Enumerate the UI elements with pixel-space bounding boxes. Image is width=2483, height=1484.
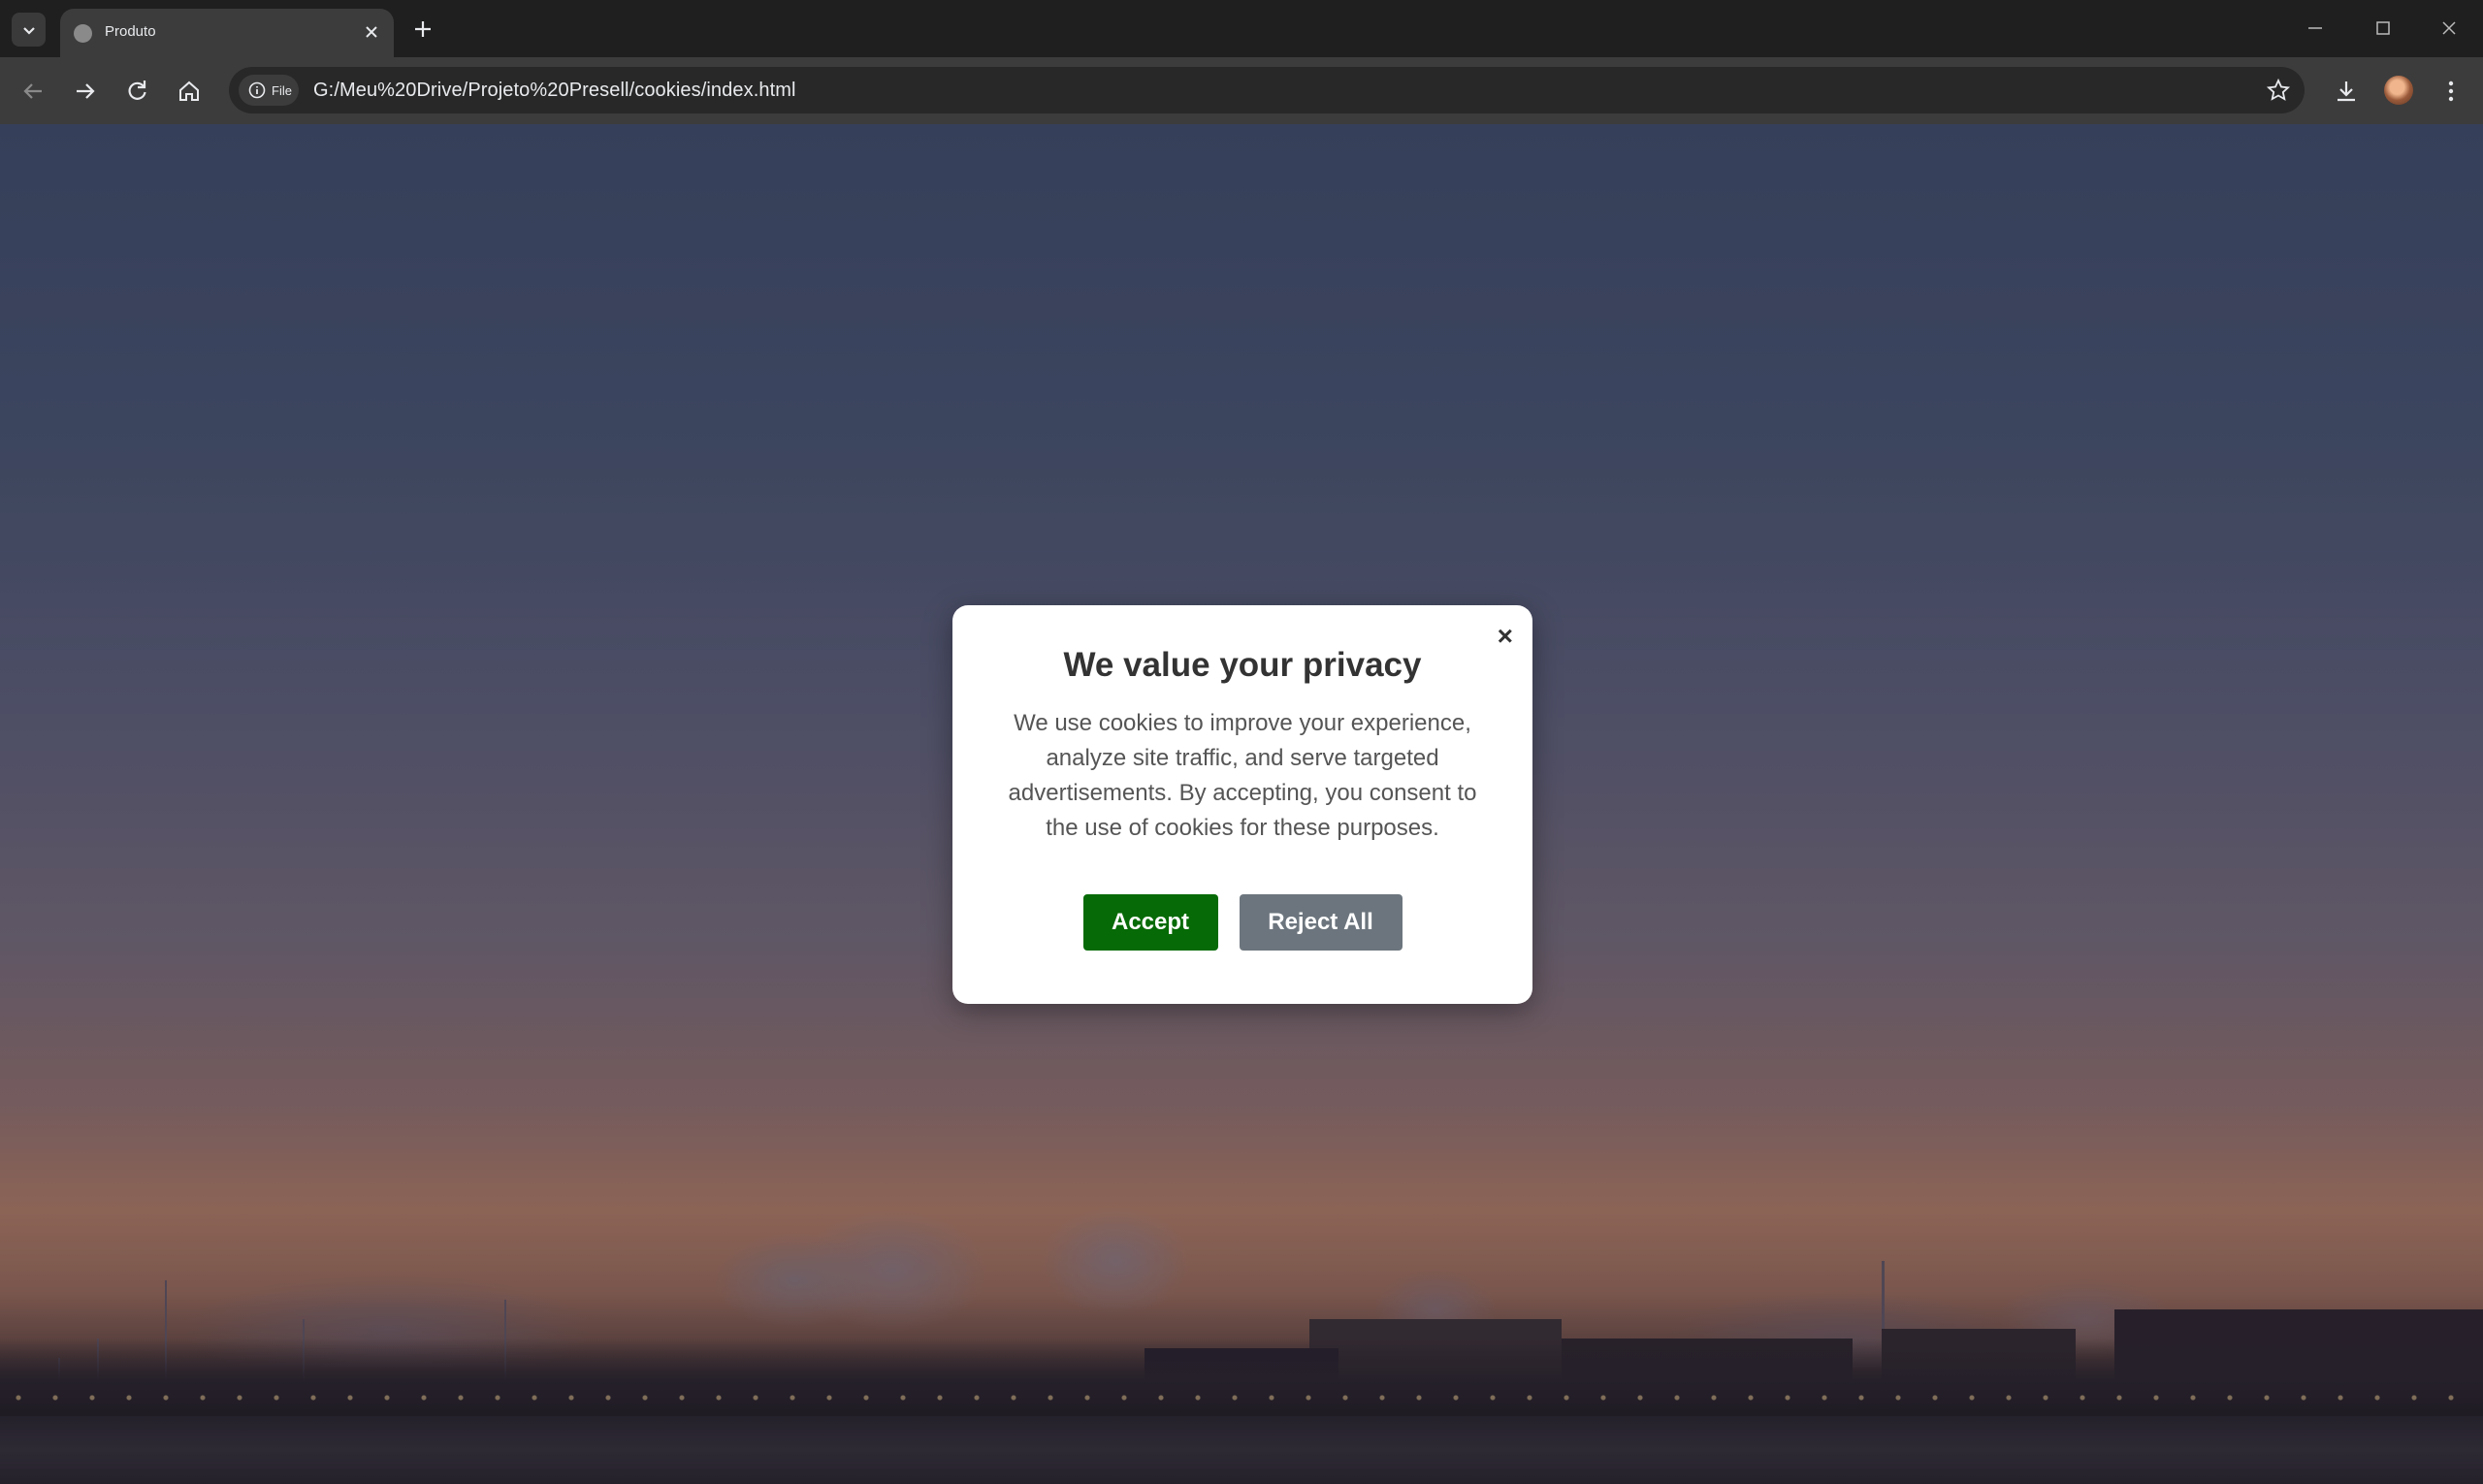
tab-strip: Produto [0, 0, 2483, 57]
cookie-consent-modal: × We value your privacy We use cookies t… [952, 605, 1532, 1004]
star-icon[interactable] [2264, 76, 2293, 105]
back-arrow-icon[interactable] [16, 75, 49, 108]
tab-close-icon[interactable] [361, 21, 382, 43]
forward-arrow-icon[interactable] [69, 75, 102, 108]
kebab-menu-icon[interactable] [2435, 75, 2467, 108]
tab-search-button[interactable] [12, 13, 46, 47]
new-tab-plus-icon[interactable] [409, 16, 436, 43]
modal-title: We value your privacy [1063, 646, 1422, 684]
minimize-icon[interactable] [2301, 14, 2330, 43]
info-icon [248, 81, 266, 99]
reload-icon[interactable] [120, 75, 153, 108]
browser-toolbar: File G:/Meu%20Drive/Projeto%20Presell/co… [0, 57, 2483, 124]
url-text[interactable]: G:/Meu%20Drive/Projeto%20Presell/cookies… [313, 80, 796, 102]
reject-all-button[interactable]: Reject All [1239, 894, 1403, 951]
modal-body-text: We use cookies to improve your experienc… [1008, 710, 1477, 841]
page-viewport: × We value your privacy We use cookies t… [0, 124, 2483, 1484]
window-close-icon[interactable] [2435, 14, 2464, 43]
tab-title: Produto [105, 23, 156, 40]
address-bar[interactable]: File G:/Meu%20Drive/Projeto%20Presell/co… [229, 67, 2305, 113]
accept-button[interactable]: Accept [1082, 894, 1218, 951]
download-icon[interactable] [2330, 75, 2363, 108]
maximize-icon[interactable] [2369, 14, 2398, 43]
globe-icon [74, 24, 92, 43]
profile-avatar[interactable] [2384, 76, 2413, 105]
scheme-label: File [272, 82, 292, 98]
browser-tab[interactable]: Produto [60, 9, 394, 57]
site-info-chip[interactable]: File [239, 75, 299, 106]
chevron-down-icon [22, 26, 35, 35]
modal-button-row: Accept Reject All [952, 894, 1532, 951]
home-icon[interactable] [173, 75, 206, 108]
